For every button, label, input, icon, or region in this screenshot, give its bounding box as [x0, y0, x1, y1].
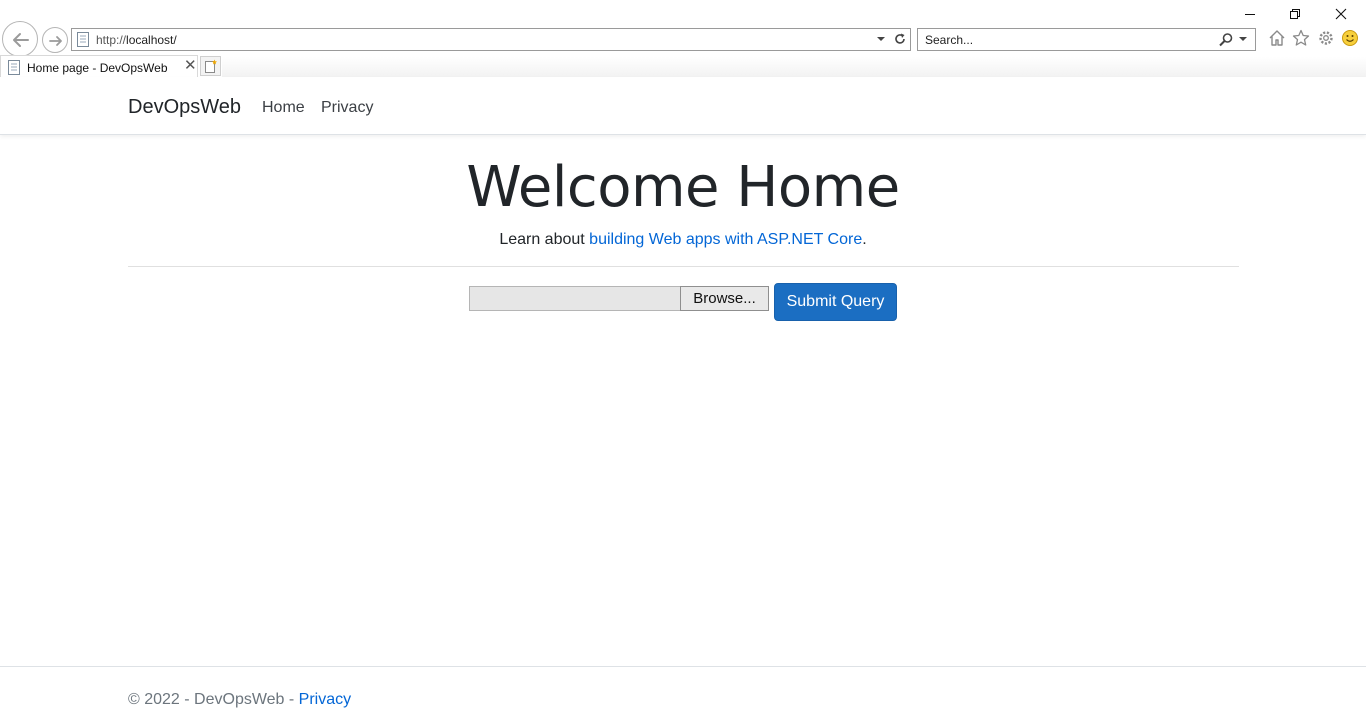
footer-privacy-link[interactable]: Privacy: [299, 691, 351, 708]
footer-text: © 2022 - DevOpsWeb - Privacy: [128, 691, 351, 709]
file-upload-input[interactable]: Browse...: [469, 286, 769, 311]
back-icon: [13, 33, 29, 47]
tab-page-icon: [8, 60, 20, 75]
submit-button[interactable]: Submit Query: [774, 283, 897, 321]
search-box[interactable]: Search...: [917, 28, 1256, 51]
new-tab-icon: [205, 59, 217, 73]
page-title: Welcome Home: [466, 155, 900, 220]
address-dropdown-icon[interactable]: [876, 33, 886, 45]
search-dropdown-icon[interactable]: [1238, 33, 1248, 45]
back-button[interactable]: [2, 21, 38, 57]
nav-link-privacy[interactable]: Privacy: [321, 99, 373, 117]
refresh-icon[interactable]: [893, 32, 907, 46]
page-icon: [77, 32, 89, 47]
footer-copyright: © 2022 - DevOpsWeb -: [128, 691, 299, 708]
tab-title: Home page - DevOpsWeb: [27, 61, 168, 75]
minimize-icon[interactable]: [1243, 6, 1257, 22]
new-tab-button[interactable]: [200, 56, 221, 76]
page-subtitle: Learn about building Web apps with ASP.N…: [0, 230, 1366, 250]
settings-gear-icon[interactable]: [1317, 29, 1335, 47]
forward-button[interactable]: [42, 27, 68, 53]
browser-chrome: http://localhost/ Search... Home page - …: [0, 0, 1366, 78]
tab-close-icon[interactable]: ✕: [184, 58, 197, 74]
subtitle-prefix: Learn about: [499, 231, 590, 248]
subtitle-suffix: .: [862, 231, 867, 248]
aspnet-docs-link[interactable]: building Web apps with ASP.NET Core: [589, 231, 862, 248]
search-icon[interactable]: [1218, 32, 1234, 48]
home-icon[interactable]: [1268, 29, 1286, 47]
footer: © 2022 - DevOpsWeb - Privacy: [0, 666, 1366, 721]
feedback-smiley-icon[interactable]: [1341, 29, 1359, 47]
url-text[interactable]: http://localhost/: [96, 33, 177, 47]
nav-link-home[interactable]: Home: [262, 99, 305, 117]
favorites-star-icon[interactable]: [1292, 29, 1310, 47]
url-scheme: http://: [96, 33, 127, 47]
site-navbar: DevOpsWeb Home Privacy: [0, 77, 1366, 135]
address-bar[interactable]: http://localhost/: [71, 28, 911, 51]
forward-icon: [49, 36, 62, 46]
divider: [128, 266, 1239, 267]
url-host: localhost/: [126, 33, 177, 47]
file-name-field[interactable]: [469, 286, 681, 311]
navbar-brand[interactable]: DevOpsWeb: [128, 96, 241, 118]
tab-active[interactable]: Home page - DevOpsWeb ✕: [0, 55, 198, 78]
browse-button[interactable]: Browse...: [680, 286, 769, 311]
restore-icon[interactable]: [1288, 6, 1302, 22]
tab-strip: [222, 57, 1366, 77]
search-placeholder: Search...: [925, 33, 974, 47]
close-icon[interactable]: [1334, 6, 1348, 22]
